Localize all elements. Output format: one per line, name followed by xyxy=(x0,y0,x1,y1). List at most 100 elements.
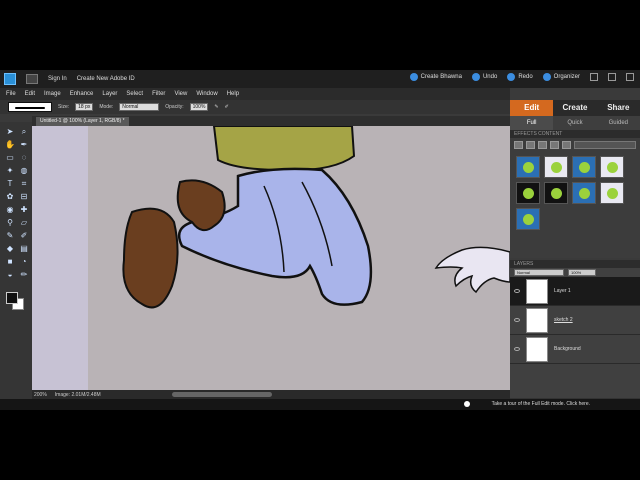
document-tab-bar: Untitled-1 @ 100% (Layer 1, RGB/8) * xyxy=(32,116,510,126)
subtab-quick[interactable]: Quick xyxy=(553,116,596,130)
crop-tool-icon[interactable]: ⌗ xyxy=(18,178,30,189)
gradient-tool-icon[interactable]: ▤ xyxy=(18,243,30,254)
tab-edit[interactable]: Edit xyxy=(510,100,554,116)
layer-opacity-field[interactable]: 100% xyxy=(568,269,596,276)
layers-panel-title: LAYERS xyxy=(510,260,640,268)
blur-tool-icon[interactable]: ◔ xyxy=(18,256,30,267)
menu-edit[interactable]: Edit xyxy=(25,91,35,97)
hand-tool-icon[interactable]: ✋ xyxy=(4,139,16,150)
menu-image[interactable]: Image xyxy=(44,91,61,97)
foreground-color-swatch[interactable] xyxy=(6,292,18,304)
zoom-level[interactable]: 200% xyxy=(34,392,47,398)
effect-thumbnail[interactable] xyxy=(600,156,624,178)
menu-layer[interactable]: Layer xyxy=(102,91,117,97)
pencil-tool-icon[interactable]: ✏ xyxy=(18,269,30,280)
layer-thumbnail xyxy=(526,336,548,362)
tab-create[interactable]: Create xyxy=(553,100,596,116)
menu-help[interactable]: Help xyxy=(227,91,239,97)
cookie-cutter-icon[interactable]: ✿ xyxy=(4,191,16,202)
menu-file[interactable]: File xyxy=(6,91,16,97)
layer-name[interactable]: Layer 1 xyxy=(554,288,571,294)
layer-row[interactable]: sketch 2 xyxy=(510,306,640,335)
effect-thumbnail[interactable] xyxy=(516,182,540,204)
all-effects-icon[interactable] xyxy=(550,141,559,149)
eraser-tool-icon[interactable]: ▱ xyxy=(18,217,30,228)
red-eye-tool-icon[interactable]: ◉ xyxy=(4,204,16,215)
menu-view[interactable]: View xyxy=(174,91,187,97)
move-tool-icon[interactable]: ➤ xyxy=(4,126,16,137)
magic-wand-tool-icon[interactable]: ✦ xyxy=(4,165,16,176)
effect-thumbnail[interactable] xyxy=(572,182,596,204)
effect-thumbnail[interactable] xyxy=(544,182,568,204)
type-tool-icon[interactable]: T xyxy=(4,178,16,189)
layers-panel: LAYERS Normal 100% Layer 1 sketch 2 Back… xyxy=(510,260,640,410)
organizer-button[interactable]: Organizer xyxy=(542,73,580,81)
effects-category-select[interactable] xyxy=(574,141,636,149)
status-bar: 200% Image: 2.01M/2.48M xyxy=(32,390,510,399)
clone-stamp-icon[interactable]: ⚲ xyxy=(4,217,16,228)
menu-select[interactable]: Select xyxy=(126,91,143,97)
airbrush-icon[interactable]: ✐ xyxy=(225,104,229,110)
layer-styles-icon[interactable] xyxy=(526,141,535,149)
visibility-eye-icon[interactable] xyxy=(514,318,520,322)
tour-tip-link[interactable]: Take a tour of the Full Edit mode. Click… xyxy=(492,401,590,407)
tip-bar: Take a tour of the Full Edit mode. Click… xyxy=(0,399,640,410)
layer-thumbnail xyxy=(526,307,548,333)
effects-panel-title: EFFECTS CONTENT xyxy=(510,130,640,138)
document-tab[interactable]: Untitled-1 @ 100% (Layer 1, RGB/8) * xyxy=(36,117,129,126)
zoom-tool-icon[interactable]: ⌕ xyxy=(18,126,30,137)
home-icon[interactable] xyxy=(590,73,598,81)
blend-mode-select[interactable]: Normal xyxy=(514,269,564,276)
shape-tool-icon[interactable]: ■ xyxy=(4,256,16,267)
app-logo-icon xyxy=(4,73,16,85)
image-canvas[interactable] xyxy=(32,126,510,390)
user-icon xyxy=(409,73,418,81)
horizontal-scrollbar[interactable] xyxy=(172,392,272,397)
menu-filter[interactable]: Filter xyxy=(152,91,165,97)
effect-thumbnail[interactable] xyxy=(516,208,540,230)
effect-thumbnail[interactable] xyxy=(572,156,596,178)
brush-options-icon[interactable]: ✎ xyxy=(214,104,218,110)
healing-brush-icon[interactable]: ✚ xyxy=(18,204,30,215)
sign-in-link[interactable]: Sign In xyxy=(48,76,67,82)
opacity-field[interactable]: 100% xyxy=(189,103,209,111)
layer-row[interactable]: Layer 1 xyxy=(510,277,640,306)
marquee-tool-icon[interactable]: ▭ xyxy=(4,152,16,163)
selection-brush-icon[interactable]: ◍ xyxy=(18,165,30,176)
photoshop-elements-window: Sign In Create New Adobe ID Create Bhawn… xyxy=(0,70,640,410)
layer-row[interactable]: Background xyxy=(510,335,640,364)
eyedropper-tool-icon[interactable]: ✒ xyxy=(18,139,30,150)
redo-button[interactable]: Redo xyxy=(507,73,533,81)
effect-thumbnail[interactable] xyxy=(600,182,624,204)
sponge-tool-icon[interactable]: ◒ xyxy=(4,269,16,280)
layer-name[interactable]: sketch 2 xyxy=(554,317,573,323)
subtab-full[interactable]: Full xyxy=(510,116,554,130)
effect-thumbnail[interactable] xyxy=(544,156,568,178)
straighten-tool-icon[interactable]: ⊟ xyxy=(18,191,30,202)
size-field[interactable]: 18 px xyxy=(75,103,94,111)
shadows-icon[interactable] xyxy=(562,141,571,149)
undo-button[interactable]: Undo xyxy=(471,73,497,81)
visibility-eye-icon[interactable] xyxy=(514,347,520,351)
subtab-guided[interactable]: Guided xyxy=(597,116,640,130)
create-adobe-id-link[interactable]: Create New Adobe ID xyxy=(77,76,135,82)
photo-effects-icon[interactable] xyxy=(538,141,547,149)
workspace-switch-icon[interactable] xyxy=(26,74,38,84)
layer-thumbnail xyxy=(526,278,548,304)
lasso-tool-icon[interactable]: ◌ xyxy=(18,152,30,163)
create-button[interactable]: Create Bhawna xyxy=(409,73,462,81)
menu-window[interactable]: Window xyxy=(196,91,217,97)
close-icon[interactable] xyxy=(626,73,634,81)
menu-enhance[interactable]: Enhance xyxy=(70,91,94,97)
layer-name[interactable]: Background xyxy=(554,346,581,352)
visibility-eye-icon[interactable] xyxy=(514,289,520,293)
filters-icon[interactable] xyxy=(514,141,523,149)
smart-brush-icon[interactable]: ✐ xyxy=(18,230,30,241)
minimize-icon[interactable] xyxy=(608,73,616,81)
brush-preset-picker[interactable] xyxy=(8,102,52,112)
tab-share[interactable]: Share xyxy=(597,100,640,116)
mode-select[interactable]: Normal xyxy=(119,103,160,111)
paint-bucket-icon[interactable]: ◆ xyxy=(4,243,16,254)
effect-thumbnail[interactable] xyxy=(516,156,540,178)
brush-tool-icon[interactable]: ✎ xyxy=(4,230,16,241)
